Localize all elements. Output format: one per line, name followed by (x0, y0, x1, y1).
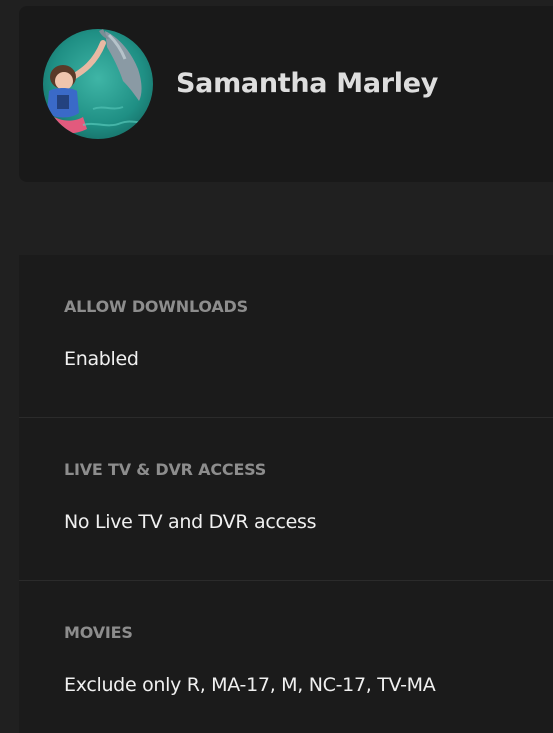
profile-header-card: Samantha Marley (19, 6, 553, 182)
setting-movies[interactable]: MOVIES Exclude only R, MA-17, M, NC-17, … (19, 581, 553, 733)
profile-name: Samantha Marley (176, 68, 439, 99)
setting-value: No Live TV and DVR access (64, 511, 317, 533)
setting-label: ALLOW DOWNLOADS (64, 297, 248, 316)
setting-label: LIVE TV & DVR ACCESS (64, 460, 267, 479)
setting-allow-downloads[interactable]: ALLOW DOWNLOADS Enabled (19, 255, 553, 418)
settings-list: ALLOW DOWNLOADS Enabled LIVE TV & DVR AC… (19, 255, 553, 733)
avatar-photo (43, 29, 153, 139)
setting-value: Enabled (64, 348, 139, 370)
avatar[interactable] (43, 29, 153, 139)
setting-live-tv-dvr-access[interactable]: LIVE TV & DVR ACCESS No Live TV and DVR … (19, 418, 553, 581)
setting-value: Exclude only R, MA-17, M, NC-17, TV-MA (64, 674, 436, 696)
setting-label: MOVIES (64, 623, 133, 642)
profile-settings-page: Samantha Marley ALLOW DOWNLOADS Enabled … (0, 0, 553, 733)
